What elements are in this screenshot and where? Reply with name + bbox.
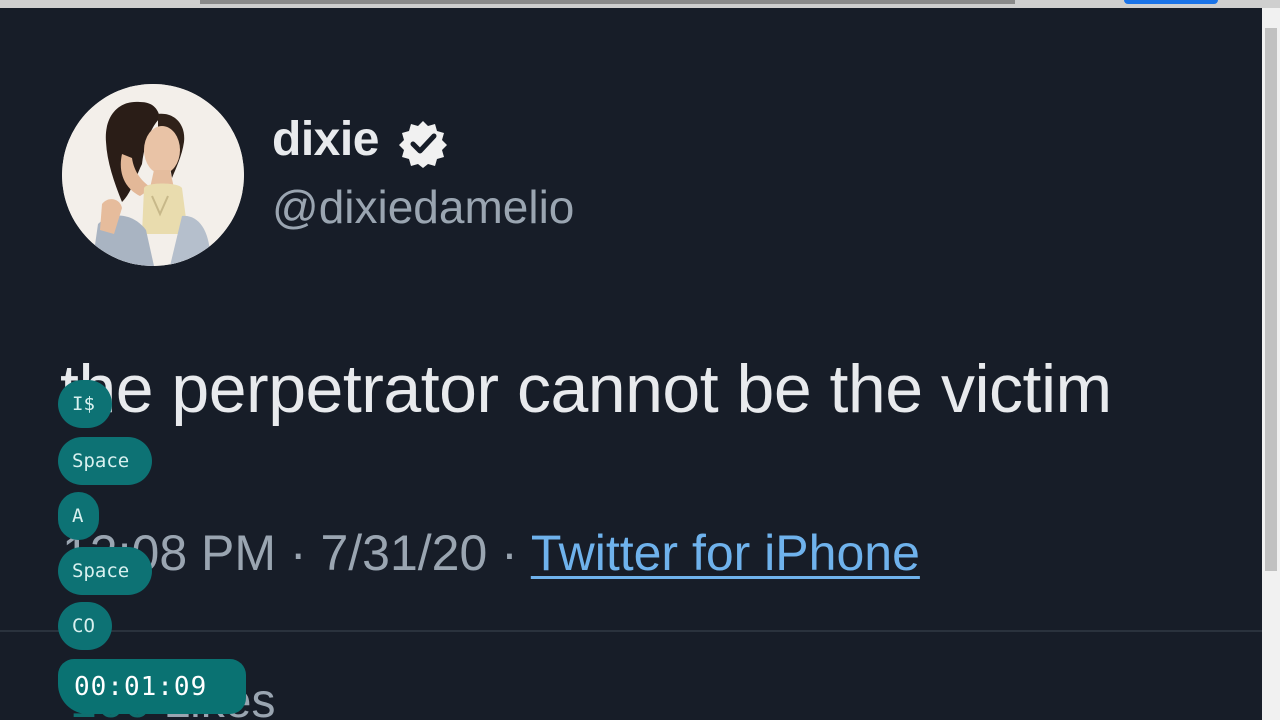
user-handle[interactable]: @dixiedamelio	[272, 180, 574, 234]
tweet-meta: 12:08 PM · 7/31/20 · Twitter for iPhone	[62, 524, 920, 582]
vertical-scrollbar[interactable]	[1262, 8, 1280, 720]
elapsed-timer: 00:01:09	[58, 659, 246, 714]
browser-top-strip	[0, 0, 1280, 8]
divider	[0, 630, 1262, 632]
page: dixie @dixiedamelio the perpetrator cann…	[0, 0, 1280, 720]
address-bar[interactable]	[200, 0, 1015, 4]
overlay-token-3: A	[58, 492, 99, 540]
overlay-token-4: Space	[58, 547, 152, 595]
avatar[interactable]	[62, 84, 244, 266]
tweet-text: the perpetrator cannot be the victim	[60, 351, 1112, 427]
meta-separator: ·	[487, 525, 531, 581]
browser-action-button[interactable]	[1124, 0, 1218, 4]
display-name[interactable]: dixie	[272, 112, 379, 167]
scrollbar-thumb[interactable]	[1265, 28, 1277, 571]
tweet-date[interactable]: 7/31/20	[320, 525, 487, 581]
avatar-photo	[62, 84, 244, 266]
overlay-token-2: Space	[58, 437, 152, 485]
meta-separator: ·	[276, 525, 321, 581]
overlay-token-5: CO	[58, 602, 112, 650]
verified-badge-icon	[398, 118, 448, 168]
tweet-source-link[interactable]: Twitter for iPhone	[531, 525, 920, 581]
overlay-token-1: I$	[58, 380, 112, 428]
